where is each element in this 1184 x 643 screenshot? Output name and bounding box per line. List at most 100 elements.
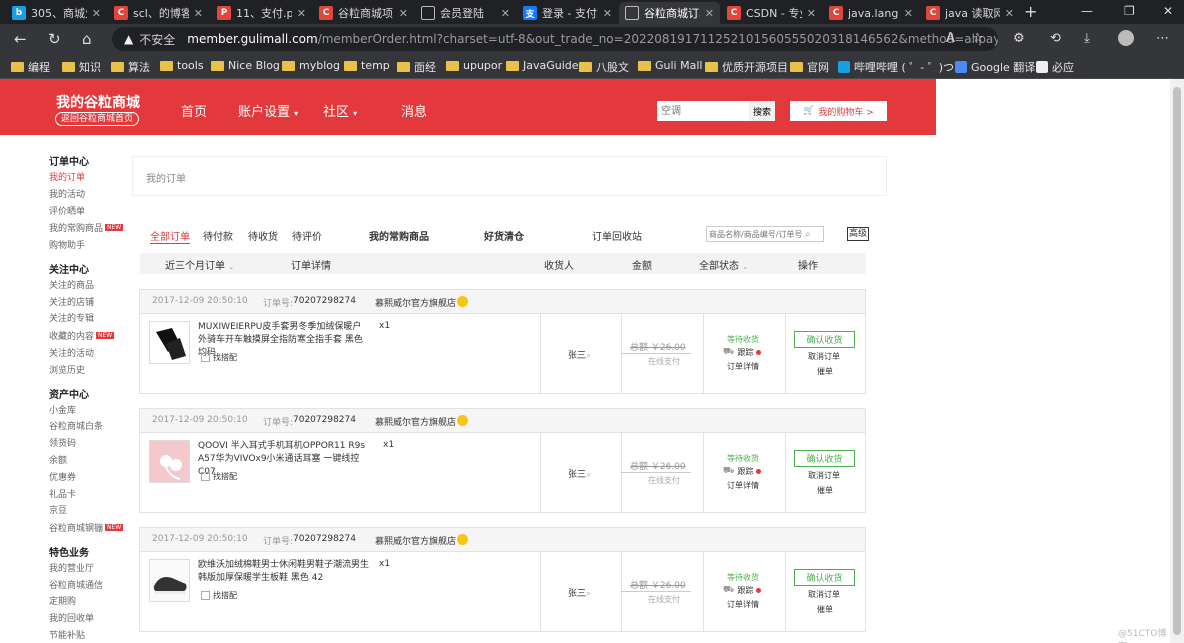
sidebar-item[interactable]: 谷粒商城钢镚 NEW — [49, 520, 131, 538]
search-input[interactable] — [657, 101, 749, 121]
sidebar-item[interactable]: 领货码 — [49, 436, 131, 453]
bookmark-link[interactable]: 必应 — [1036, 59, 1074, 75]
sidebar-item[interactable]: 京豆 — [49, 503, 131, 520]
favorite-icon[interactable]: ☆ — [972, 31, 984, 46]
close-icon[interactable]: ✕ — [705, 7, 714, 20]
cart-button[interactable]: 🛒 我的购物车 > — [790, 101, 887, 121]
tab-5[interactable]: 支登录 - 支付宝 ✕ — [517, 2, 618, 24]
track-link[interactable]: ⛟ 跟踪 — [723, 585, 762, 596]
tab-2[interactable]: P 11、支付.pd ✕ — [211, 2, 312, 24]
sidebar-item[interactable]: 谷粒商城白条 — [49, 419, 131, 436]
advanced-search-button[interactable]: 高级 — [847, 227, 870, 241]
receiver-name[interactable]: 张三⌕ — [568, 467, 591, 480]
tab-9[interactable]: Cjava 读取网页 ✕ — [920, 2, 1020, 24]
sidebar-item[interactable]: 谷粒商城通信 — [49, 578, 131, 595]
bookmark-link[interactable]: Google 翻译 — [955, 59, 1035, 75]
shop-name[interactable]: 慕熙威尔官方旗舰店 — [375, 415, 456, 428]
product-image[interactable] — [149, 440, 190, 483]
urge-order-link[interactable]: 催单 — [817, 485, 833, 496]
bookmark-folder[interactable]: 知识 — [62, 59, 101, 75]
scrollbar-thumb[interactable] — [1173, 87, 1181, 635]
bookmark-folder[interactable]: 编程 — [11, 59, 50, 75]
nav-account-settings[interactable]: 账户设置 ▾ — [238, 101, 298, 120]
sidebar-item[interactable]: 关注的商品 — [49, 278, 131, 295]
tab-0[interactable]: b 305、商城业 ✕ — [6, 2, 107, 24]
tab-pending-payment[interactable]: 待付款 — [203, 228, 233, 243]
close-window-icon[interactable]: ✕ — [1163, 4, 1173, 18]
bookmark-folder[interactable]: 八股文 — [579, 59, 629, 75]
confirm-receipt-button[interactable]: 确认收货 — [794, 450, 855, 467]
cancel-order-link[interactable]: 取消订单 — [808, 470, 840, 481]
find-match-link[interactable]: 找搭配 — [201, 590, 237, 601]
bookmark-folder[interactable]: tools — [160, 59, 204, 72]
cancel-order-link[interactable]: 取消订单 — [808, 589, 840, 600]
sidebar-item[interactable]: 定期购 — [49, 594, 131, 611]
bookmark-folder[interactable]: 优质开源项目 — [705, 59, 788, 75]
close-icon[interactable]: ✕ — [904, 7, 913, 20]
tab-all-orders[interactable]: 全部订单 — [150, 228, 190, 244]
sidebar-item[interactable]: 浏览历史 — [49, 363, 131, 380]
track-link[interactable]: ⛟ 跟踪 — [723, 347, 762, 358]
receiver-name[interactable]: 张三⌕ — [568, 348, 591, 361]
more-icon[interactable]: ⋯ — [1156, 31, 1169, 46]
tab-clearance[interactable]: 好货清仓 — [484, 228, 524, 243]
bookmark-folder[interactable]: Guli Mall — [638, 59, 702, 72]
search-button[interactable]: 搜索 — [749, 101, 775, 121]
order-search-input[interactable] — [707, 229, 805, 239]
tab-4[interactable]: 会员登陆 ✕ — [415, 2, 516, 24]
sidebar-item[interactable]: 余额 — [49, 453, 131, 470]
sidebar-item[interactable]: 评价晒单 — [49, 204, 131, 221]
bookmark-folder[interactable]: 官网 — [790, 59, 829, 75]
product-name[interactable]: 欧维沃加绒棉鞋男士休闲鞋男鞋子潮流男生韩版加厚保暖学生板鞋 黑色 42 — [198, 559, 370, 585]
tab-recycle-bin[interactable]: 订单回收站 — [592, 228, 642, 243]
close-icon[interactable]: ✕ — [603, 7, 612, 20]
order-detail-link[interactable]: 订单详情 — [727, 599, 759, 610]
sidebar-item[interactable]: 优惠券 — [49, 470, 131, 487]
find-match-link[interactable]: 找搭配 — [201, 471, 237, 482]
tab-6[interactable]: 谷粒商城订单 ✕ — [619, 2, 720, 24]
nav-community[interactable]: 社区 ▾ — [323, 101, 357, 120]
site-logo[interactable]: 我的谷粒商城 — [56, 92, 140, 112]
tab-frequent-products[interactable]: 我的常购商品 — [369, 228, 429, 243]
tab-pending-review[interactable]: 待评价 — [292, 228, 322, 243]
back-home-link[interactable]: 返回谷粒商城首页 — [55, 112, 140, 126]
nav-messages[interactable]: 消息 — [401, 101, 427, 120]
urge-order-link[interactable]: 催单 — [817, 604, 833, 615]
address-bar[interactable]: ▲ 不安全 member.gulimall.com /memberOrder.h… — [112, 27, 998, 51]
urge-order-link[interactable]: 催单 — [817, 366, 833, 377]
close-icon[interactable]: ✕ — [399, 7, 408, 20]
header-recent-orders[interactable]: 近三个月订单 ⌄ — [165, 257, 234, 272]
tab-pending-receipt[interactable]: 待收货 — [248, 228, 278, 243]
home-icon[interactable]: ⌂ — [82, 30, 92, 48]
bookmark-folder[interactable]: JavaGuide — [506, 59, 579, 72]
minimize-icon[interactable]: — — [1081, 4, 1093, 18]
close-icon[interactable]: ✕ — [92, 7, 101, 20]
new-tab-icon[interactable]: + — [1024, 2, 1037, 21]
read-aloud-icon[interactable]: A — [946, 31, 955, 46]
order-detail-link[interactable]: 订单详情 — [727, 361, 759, 372]
search-icon[interactable]: ⌕ — [805, 229, 811, 240]
avatar[interactable] — [1118, 30, 1134, 46]
bookmark-folder[interactable]: upupor — [446, 59, 502, 72]
sidebar-item[interactable]: 我的订单 — [49, 170, 131, 187]
tab-7[interactable]: C CSDN - 专业 ✕ — [721, 2, 822, 24]
confirm-receipt-button[interactable]: 确认收货 — [794, 569, 855, 586]
sidebar-item[interactable]: 关注的活动 — [49, 346, 131, 363]
sidebar-item[interactable]: 小金库 — [49, 403, 131, 420]
bookmark-folder[interactable]: myblog — [282, 59, 340, 72]
header-status[interactable]: 全部状态 ⌄ — [699, 257, 748, 272]
chat-icon[interactable] — [457, 415, 468, 426]
sidebar-item[interactable]: 我的营业厅 — [49, 561, 131, 578]
sidebar-item[interactable]: 关注的店铺 — [49, 295, 131, 312]
bookmark-link[interactable]: 哔哩哔哩 ( ゜- ゜)つ... — [838, 59, 965, 75]
history-icon[interactable]: ⟲ — [1050, 31, 1061, 46]
tab-8[interactable]: Cjava.lang.Ille ✕ — [823, 2, 919, 24]
restore-icon[interactable]: ❐ — [1124, 4, 1135, 18]
reload-icon[interactable]: ↻ — [48, 30, 61, 48]
product-image[interactable] — [149, 321, 190, 364]
close-icon[interactable]: ✕ — [807, 7, 816, 20]
sidebar-item[interactable]: 我的回收单 — [49, 611, 131, 628]
bookmark-folder[interactable]: temp — [344, 59, 390, 72]
close-icon[interactable]: ✕ — [1005, 7, 1014, 20]
sidebar-item[interactable]: 关注的专辑 — [49, 311, 131, 328]
